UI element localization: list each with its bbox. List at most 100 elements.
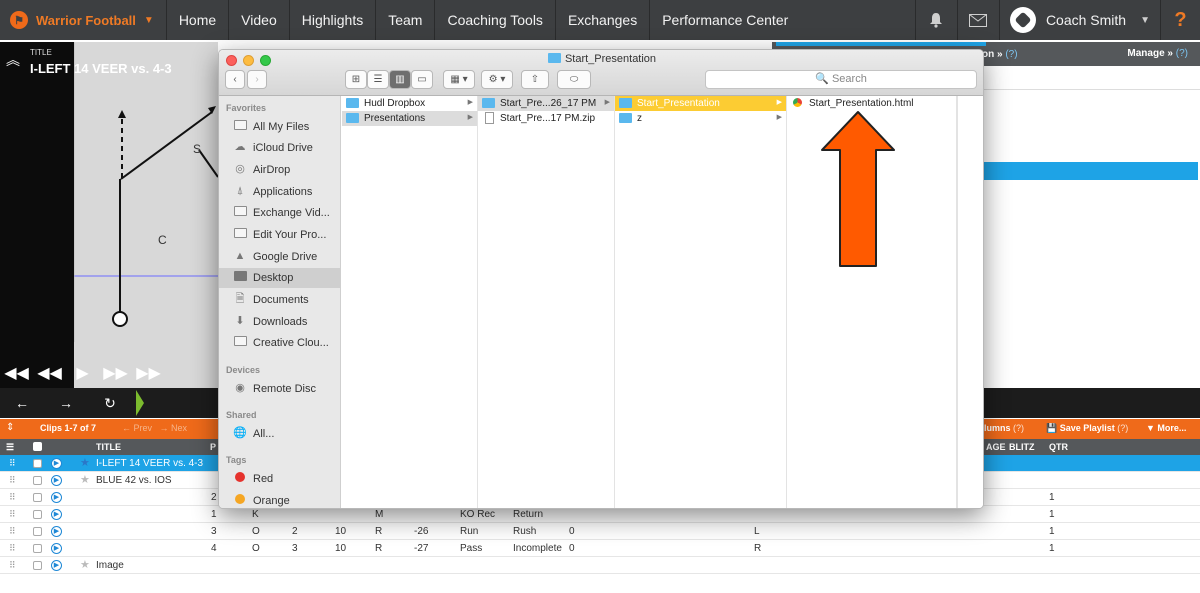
column-header-title[interactable]: TITLE <box>96 442 121 452</box>
drag-handle-icon[interactable]: ⠿ <box>9 509 16 520</box>
columns-button[interactable]: lumns (?) <box>984 423 1024 433</box>
column-header-age[interactable]: AGE <box>986 442 1006 452</box>
rewind-fast-icon[interactable]: ◀◀ <box>0 363 33 383</box>
sidebar-item-remote-disc[interactable]: ◉ Remote Disc <box>219 379 341 399</box>
manage-link[interactable]: Manage » (?) <box>1127 48 1188 59</box>
prev-clip-link[interactable]: ← Prev → Nex <box>122 423 187 433</box>
nav-link-home[interactable]: Home <box>167 0 230 40</box>
timeline-marker[interactable] <box>136 390 144 416</box>
panel-tab-label[interactable]: on » (?) <box>982 49 1018 60</box>
sidebar-item-downloads[interactable]: ⬇ Downloads <box>219 312 341 332</box>
cover-flow-button[interactable]: ▭ <box>411 70 433 89</box>
row-checkbox[interactable] <box>33 527 42 536</box>
sidebar-item-all-my-files[interactable]: All My Files <box>219 117 341 137</box>
nav-link-highlights[interactable]: Highlights <box>290 0 377 40</box>
select-all-checkbox[interactable] <box>33 442 42 451</box>
rewind-icon[interactable]: ◀◀ <box>33 363 66 383</box>
sort-arrows-icon[interactable]: ⇕ <box>6 422 14 433</box>
forward-fast-icon[interactable]: ▶▶ <box>132 363 165 383</box>
next-clip-text[interactable]: → Nex <box>160 423 188 433</box>
play-clip-icon[interactable]: ▶ <box>51 543 62 554</box>
nav-link-video[interactable]: Video <box>229 0 290 40</box>
more-menu-button[interactable]: ▼ More... <box>1146 423 1186 433</box>
drag-handle-icon[interactable]: ⠿ <box>9 526 16 537</box>
play-clip-icon[interactable]: ▶ <box>51 458 62 469</box>
notifications-bell-icon[interactable] <box>914 0 957 40</box>
next-clip-arrow-icon[interactable]: → <box>44 395 88 411</box>
collapse-chevron-icon[interactable]: ︽ <box>6 50 20 70</box>
drag-handle-icon[interactable]: ⠿ <box>9 543 16 554</box>
sidebar-item-edit-your-profile[interactable]: Edit Your Pro... <box>219 225 341 245</box>
tags-button[interactable]: ⬭ <box>557 70 591 89</box>
list-item[interactable]: z ▶ <box>615 111 786 126</box>
list-item[interactable]: Start_Presentation.html <box>787 96 956 111</box>
selected-panel-row[interactable] <box>982 162 1198 180</box>
panel-tab-help[interactable]: (?) <box>1005 49 1017 60</box>
drag-handle-icon[interactable]: ⠿ <box>9 475 16 486</box>
column-header-qtr[interactable]: QTR <box>1049 442 1068 452</box>
sidebar-item-documents[interactable]: 🗎 Documents <box>219 290 341 310</box>
manage-help[interactable]: (?) <box>1176 48 1188 59</box>
table-row[interactable]: ⠿ ▶ 3 O 2 10 R -26 Run Rush 0 L 1 <box>0 523 1200 540</box>
play-clip-icon[interactable]: ▶ <box>51 492 62 503</box>
sidebar-item-exchange-video[interactable]: Exchange Vid... <box>219 203 341 223</box>
previous-clip-arrow-icon[interactable]: ← <box>0 395 44 411</box>
list-item[interactable]: Presentations ▶ <box>342 111 477 126</box>
drag-handle-icon[interactable]: ⠿ <box>9 560 16 571</box>
drag-handle-icon[interactable]: ⠿ <box>9 492 16 503</box>
nav-link-coaching-tools[interactable]: Coaching Tools <box>435 0 556 40</box>
play-icon[interactable]: ▶ <box>66 363 99 383</box>
sidebar-item-applications[interactable]: ⍋ Applications <box>219 182 341 202</box>
search-field[interactable]: 🔍 Search <box>705 70 977 89</box>
forward-button[interactable]: › <box>247 70 267 89</box>
help-icon[interactable]: ? <box>1160 0 1200 40</box>
play-clip-icon[interactable]: ▶ <box>51 560 62 571</box>
sidebar-item-airdrop[interactable]: ◎ AirDrop <box>219 160 341 180</box>
column-view-button[interactable]: ▥ <box>389 70 411 89</box>
row-checkbox[interactable] <box>33 561 42 570</box>
sidebar-tag-red[interactable]: Red <box>219 469 341 489</box>
forward-icon[interactable]: ▶▶ <box>99 363 132 383</box>
user-menu[interactable]: Coach Smith ▼ <box>998 0 1160 40</box>
star-icon[interactable]: ★ <box>80 456 90 469</box>
arrange-button[interactable]: ▦ ▾ <box>443 70 475 89</box>
messages-envelope-icon[interactable] <box>956 0 999 40</box>
sidebar-tag-orange[interactable]: Orange <box>219 491 341 508</box>
row-checkbox[interactable] <box>33 476 42 485</box>
list-item[interactable]: Start_Pre...17 PM.zip <box>478 111 614 126</box>
nav-link-performance-center[interactable]: Performance Center <box>650 0 800 40</box>
nav-link-exchanges[interactable]: Exchanges <box>556 0 651 40</box>
columns-help[interactable]: (?) <box>1013 423 1024 433</box>
refresh-icon[interactable]: ↻ <box>88 395 132 412</box>
share-button[interactable]: ⇧ <box>521 70 549 89</box>
column-settings-icon[interactable]: ☰ <box>6 442 14 453</box>
sidebar-item-desktop[interactable]: Desktop <box>219 268 341 288</box>
save-playlist-help[interactable]: (?) <box>1117 423 1128 433</box>
row-checkbox[interactable] <box>33 459 42 468</box>
play-clip-icon[interactable]: ▶ <box>51 509 62 520</box>
team-switcher[interactable]: ⚑ Warrior Football ▼ <box>0 0 167 40</box>
list-item[interactable]: Start_Presentation ▶ <box>615 96 786 111</box>
nav-link-team[interactable]: Team <box>376 0 436 40</box>
action-gear-button[interactable]: ⚙ ▾ <box>481 70 513 89</box>
row-checkbox[interactable] <box>33 493 42 502</box>
table-row[interactable]: ⠿ ▶ ★ Image <box>0 557 1200 574</box>
play-clip-icon[interactable]: ▶ <box>51 475 62 486</box>
row-checkbox[interactable] <box>33 544 42 553</box>
sidebar-item-google-drive[interactable]: ▲ Google Drive <box>219 247 341 267</box>
column-header-p[interactable]: P <box>210 442 216 452</box>
list-item[interactable]: Hudl Dropbox ▶ <box>342 96 477 111</box>
list-item[interactable]: Start_Pre...26_17 PM ▶ <box>478 96 614 111</box>
save-playlist-button[interactable]: 💾 Save Playlist (?) <box>1046 423 1128 434</box>
sidebar-item-all-shared[interactable]: 🌐 All... <box>219 424 341 444</box>
sidebar-item-creative-cloud[interactable]: Creative Clou... <box>219 333 341 353</box>
back-button[interactable]: ‹ <box>225 70 245 89</box>
icon-view-button[interactable]: ⊞ <box>345 70 367 89</box>
play-clip-icon[interactable]: ▶ <box>51 526 62 537</box>
drag-handle-icon[interactable]: ⠿ <box>9 458 16 469</box>
row-checkbox[interactable] <box>33 510 42 519</box>
star-icon[interactable]: ★ <box>80 558 90 571</box>
list-view-button[interactable]: ☰ <box>367 70 389 89</box>
column-header-blitz[interactable]: BLITZ <box>1009 442 1035 452</box>
sidebar-item-icloud-drive[interactable]: ☁ iCloud Drive <box>219 138 341 158</box>
